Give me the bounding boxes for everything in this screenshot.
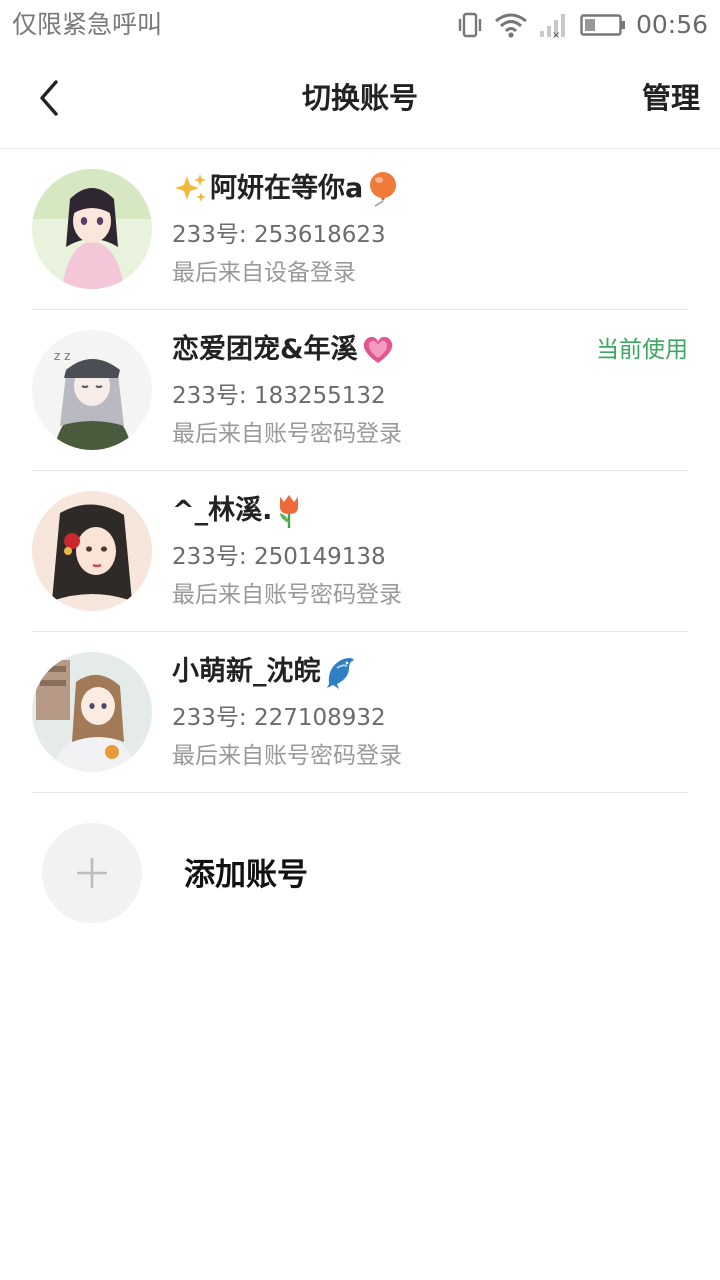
add-account-button[interactable]: 添加账号 <box>42 823 682 923</box>
account-id: 233号: 227108932 <box>172 705 386 731</box>
signal-icon: × <box>538 11 568 39</box>
plus-icon <box>77 858 107 888</box>
current-account-badge: 当前使用 <box>596 337 688 363</box>
status-icons: × 00:56 <box>456 8 708 42</box>
account-item[interactable]: ^_林溪. 233号: 250149138 最后来自账号密码登录 <box>32 471 688 632</box>
account-login-method: 最后来自设备登录 <box>172 260 356 286</box>
avatar: z z <box>32 330 152 450</box>
account-login-method: 最后来自账号密码登录 <box>172 743 402 769</box>
status-time: 00:56 <box>635 10 708 39</box>
account-name-row: ^_林溪. <box>172 491 306 531</box>
dolphin-icon <box>323 654 357 690</box>
account-id: 233号: 250149138 <box>172 544 386 570</box>
vibrate-icon <box>456 11 484 39</box>
battery-icon <box>580 12 626 38</box>
account-item[interactable]: z z 恋爱团宠&年溪 当前使用 233号: 183255132 最后来自账号密… <box>32 310 688 471</box>
avatar <box>32 652 152 772</box>
page-title: 切换账号 <box>301 81 418 115</box>
tulip-icon <box>274 493 304 529</box>
status-bar: 仅限紧急呼叫 × 00:56 <box>0 0 720 50</box>
avatar <box>32 169 152 289</box>
account-name: 阿妍在等你a <box>210 173 364 204</box>
avatar <box>32 491 152 611</box>
svg-text:z z: z z <box>54 349 70 363</box>
heart-icon <box>360 334 396 366</box>
add-account-circle <box>42 823 142 923</box>
svg-text:×: × <box>552 30 560 39</box>
account-name: 小萌新_沈皖 <box>172 656 321 687</box>
account-name-row: 恋爱团宠&年溪 <box>172 330 398 370</box>
account-name-row: 阿妍在等你a <box>172 169 401 209</box>
account-name: 恋爱团宠&年溪 <box>172 334 358 365</box>
account-list: 阿妍在等你a 233号: 253618623 最后来自设备登录 z z 恋爱团宠… <box>0 149 720 793</box>
account-name: ^_林溪. <box>172 495 273 526</box>
carrier-text: 仅限紧急呼叫 <box>12 10 163 39</box>
balloon-icon <box>365 171 399 207</box>
sparkles-icon <box>174 172 208 206</box>
account-login-method: 最后来自账号密码登录 <box>172 582 402 608</box>
wifi-icon <box>494 11 528 39</box>
account-item[interactable]: 小萌新_沈皖 233号: 227108932 最后来自账号密码登录 <box>32 632 688 793</box>
manage-button[interactable]: 管理 <box>642 78 700 118</box>
account-item[interactable]: 阿妍在等你a 233号: 253618623 最后来自设备登录 <box>32 149 688 310</box>
header: 切换账号 管理 <box>0 50 720 149</box>
account-login-method: 最后来自账号密码登录 <box>172 421 402 447</box>
add-account-label: 添加账号 <box>184 857 308 893</box>
account-id: 233号: 183255132 <box>172 383 386 409</box>
account-id: 233号: 253618623 <box>172 222 386 248</box>
account-name-row: 小萌新_沈皖 <box>172 652 359 692</box>
